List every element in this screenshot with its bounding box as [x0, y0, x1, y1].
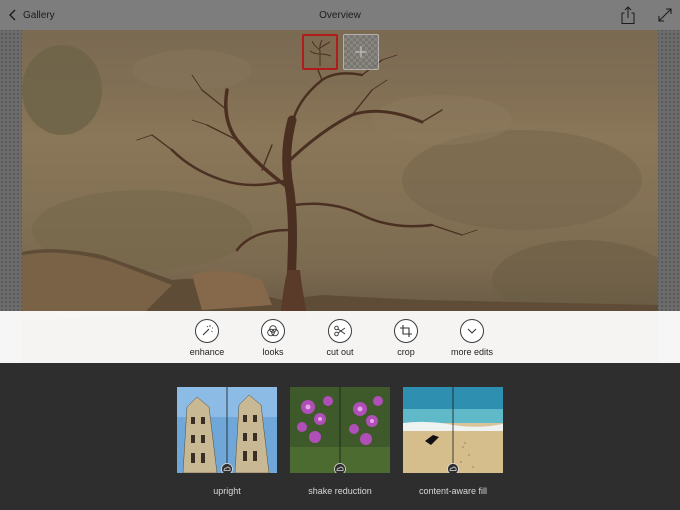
tool-enhance[interactable]: enhance	[177, 319, 237, 357]
tool-cut-out[interactable]: cut out	[310, 319, 370, 357]
page-title: Overview	[319, 9, 361, 21]
tool-more-edits[interactable]: more edits	[442, 319, 502, 357]
back-label: Gallery	[23, 9, 55, 21]
feature-panel: upright shake reduction content-aware fi…	[0, 363, 680, 510]
overlapping-circles-icon	[261, 319, 285, 343]
tool-crop[interactable]: crop	[376, 319, 436, 357]
tool-label: crop	[397, 347, 415, 357]
tool-label: more edits	[450, 347, 494, 357]
tool-label: cut out	[326, 347, 354, 357]
creative-cloud-icon	[221, 463, 233, 473]
tool-looks[interactable]: looks	[243, 319, 303, 357]
back-button[interactable]: Gallery	[8, 0, 55, 30]
plus-icon	[355, 46, 367, 58]
top-bar: Gallery Overview	[0, 0, 680, 30]
edit-toolbar: enhance looks cut out crop more edits	[0, 311, 680, 363]
shake-reduction-preview-image	[290, 387, 390, 473]
expand-icon[interactable]	[656, 6, 674, 24]
feature-label: upright	[213, 486, 241, 496]
photo-thumbnail[interactable]	[302, 34, 338, 70]
creative-cloud-icon	[447, 463, 459, 473]
share-icon[interactable]	[618, 5, 638, 25]
tool-label: looks	[262, 347, 284, 357]
feature-label: content-aware fill	[418, 486, 488, 496]
feature-label: shake reduction	[308, 486, 372, 496]
content-aware-fill-preview-image	[403, 387, 503, 473]
upright-preview-image	[177, 387, 277, 473]
magic-wand-icon	[195, 319, 219, 343]
tool-label: enhance	[189, 347, 225, 357]
feature-shake-reduction[interactable]: shake reduction	[290, 387, 390, 496]
scissors-icon	[328, 319, 352, 343]
feature-content-aware-fill[interactable]: content-aware fill	[403, 387, 503, 496]
creative-cloud-icon	[334, 463, 346, 473]
chevron-down-icon	[460, 319, 484, 343]
chevron-left-icon	[9, 9, 16, 21]
add-photo-button[interactable]	[343, 34, 379, 70]
feature-upright[interactable]: upright	[177, 387, 277, 496]
crop-icon	[394, 319, 418, 343]
